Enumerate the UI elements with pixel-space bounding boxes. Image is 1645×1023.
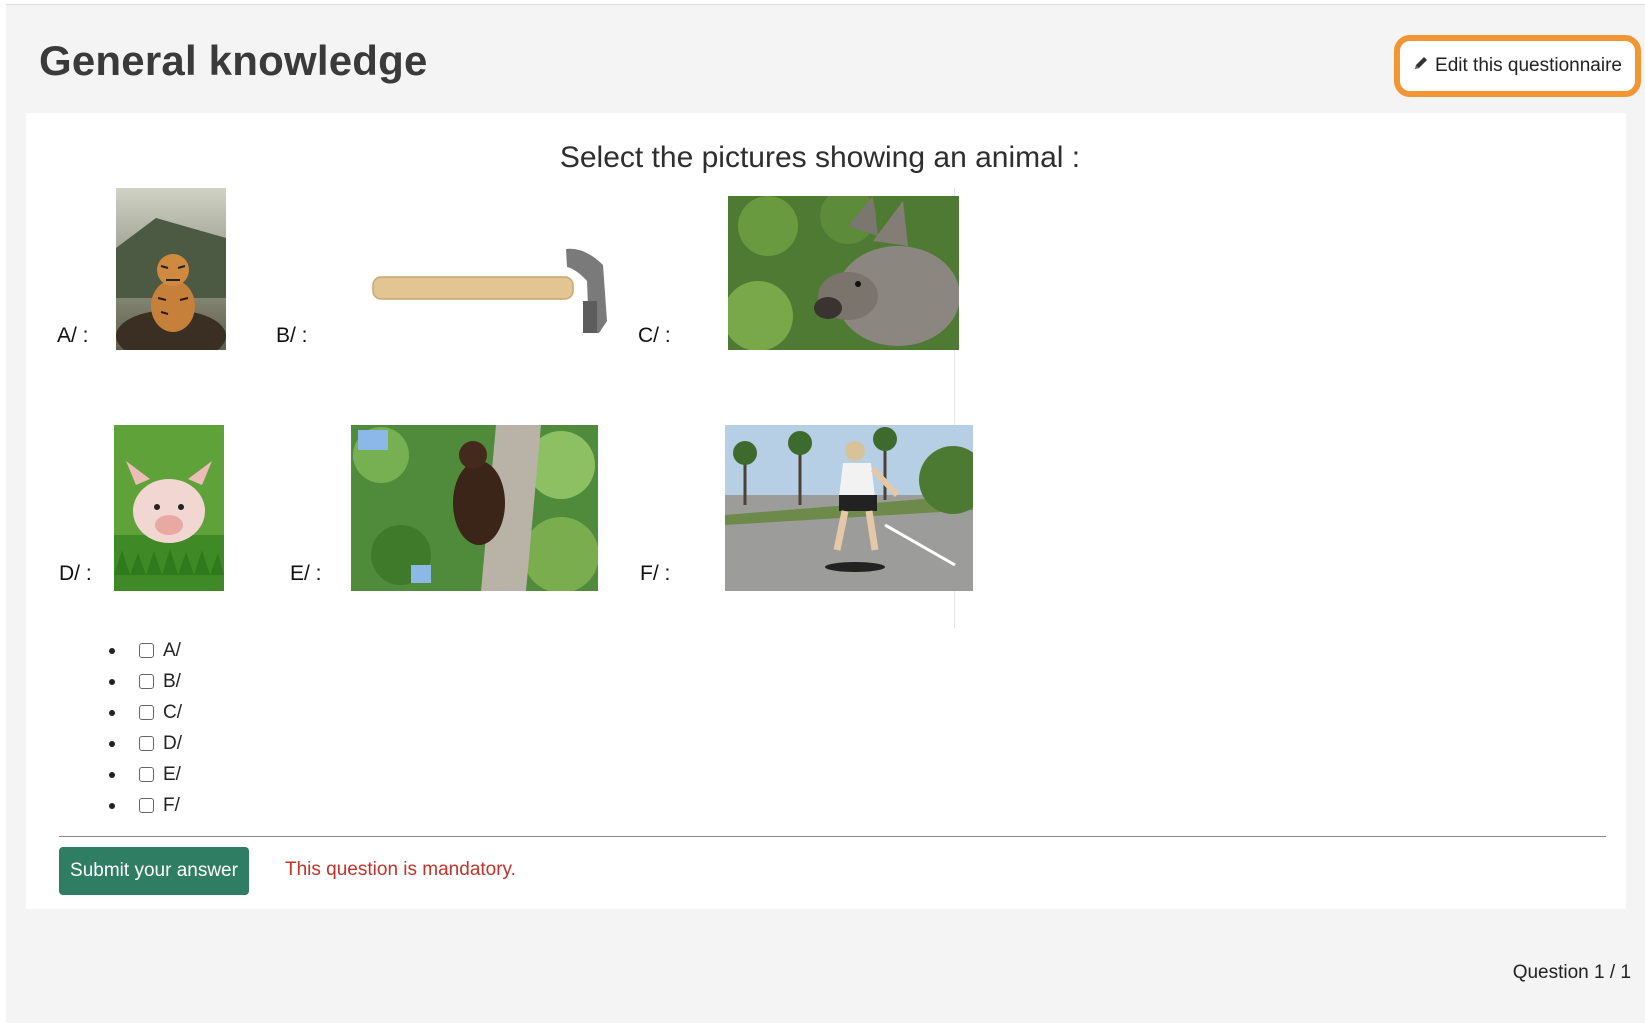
choice-a[interactable]: A/ [88, 635, 182, 666]
choice-b[interactable]: B/ [88, 666, 182, 697]
option-label-d: D/ : [59, 562, 92, 585]
checkbox-c[interactable] [139, 705, 154, 720]
checkbox-a[interactable] [139, 643, 154, 658]
bullet [109, 678, 115, 685]
option-label-c: C/ : [638, 324, 671, 347]
choice-e[interactable]: E/ [88, 759, 182, 790]
bullet [109, 740, 115, 747]
bear-cub-on-tree-image [351, 425, 598, 591]
checkbox-d[interactable] [139, 736, 154, 751]
hammer-image [371, 241, 611, 337]
choice-label-c: C/ [163, 701, 182, 723]
option-label-e: E/ : [290, 562, 322, 585]
pencil-icon [1413, 55, 1429, 77]
option-label-b: B/ : [276, 324, 308, 347]
choice-list: A/ B/ C/ D/ E/ F/ [88, 635, 182, 821]
tiger-cub-image [116, 188, 226, 350]
donkey-image [728, 196, 959, 350]
bullet [109, 771, 115, 778]
option-label-a: A/ : [57, 324, 89, 347]
choice-label-b: B/ [163, 670, 181, 692]
checkbox-b[interactable] [139, 674, 154, 689]
choice-c[interactable]: C/ [88, 697, 182, 728]
question-card: Select the pictures showing an animal : … [26, 113, 1626, 909]
bullet [109, 647, 115, 654]
edit-button-label: Edit this questionnaire [1435, 55, 1622, 76]
page-title: General knowledge [39, 37, 428, 84]
checkbox-e[interactable] [139, 767, 154, 782]
bullet [109, 802, 115, 809]
question-counter: Question 1 / 1 [1512, 962, 1631, 983]
checkbox-f[interactable] [139, 798, 154, 813]
piglet-image [114, 425, 224, 591]
submit-answer-button[interactable]: Submit your answer [59, 847, 249, 895]
choice-label-a: A/ [163, 639, 181, 661]
choice-d[interactable]: D/ [88, 728, 182, 759]
edit-questionnaire-button[interactable]: Edit this questionnaire [1394, 35, 1641, 97]
mandatory-error-message: This question is mandatory. [285, 859, 516, 880]
question-text: Select the pictures showing an animal : [559, 141, 1081, 174]
choice-label-d: D/ [163, 732, 182, 754]
skateboarder-image [725, 425, 973, 591]
divider [59, 836, 1606, 837]
bullet [109, 709, 115, 716]
choice-label-f: F/ [163, 794, 180, 816]
choice-label-e: E/ [163, 763, 181, 785]
choice-f[interactable]: F/ [88, 790, 182, 821]
option-label-f: F/ : [640, 562, 671, 585]
questionnaire-page: General knowledge Edit this questionnair… [6, 4, 1645, 1023]
